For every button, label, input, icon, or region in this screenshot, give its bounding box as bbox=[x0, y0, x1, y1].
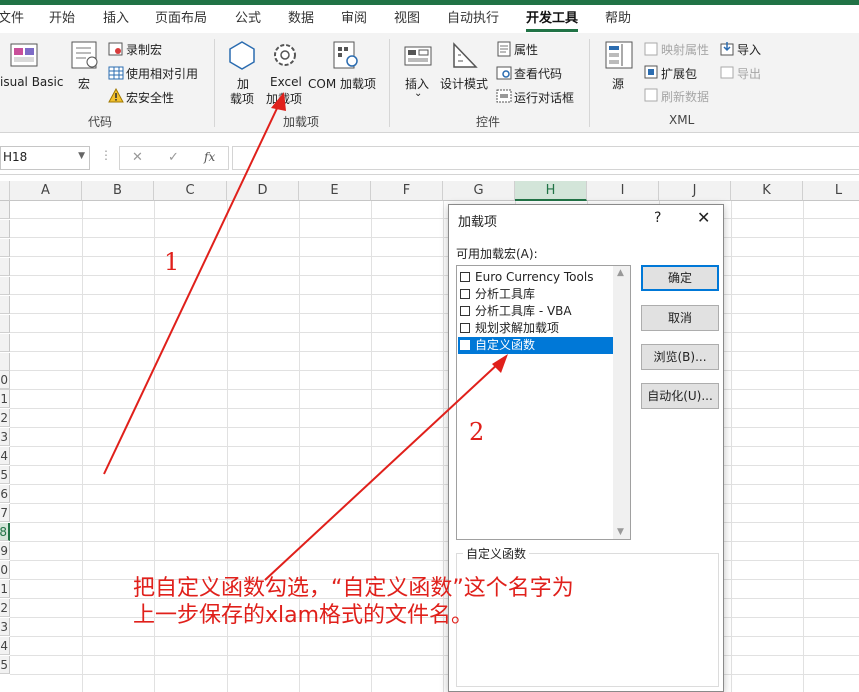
annotation-caption-line1: 把自定义函数勾选，“自定义函数”这个名字为 bbox=[133, 576, 574, 601]
arrow-head-icon bbox=[271, 92, 286, 111]
annotation-step-2: 2 bbox=[469, 418, 485, 446]
annotation-step-1: 1 bbox=[164, 248, 180, 276]
annotation-caption-line2: 上一步保存的xlam格式的文件名。 bbox=[133, 603, 474, 628]
arrow-head-icon bbox=[492, 354, 508, 373]
annotation-caption: 把自定义函数勾选，“自定义函数”这个名字为 上一步保存的xlam格式的文件名。 bbox=[133, 575, 574, 629]
